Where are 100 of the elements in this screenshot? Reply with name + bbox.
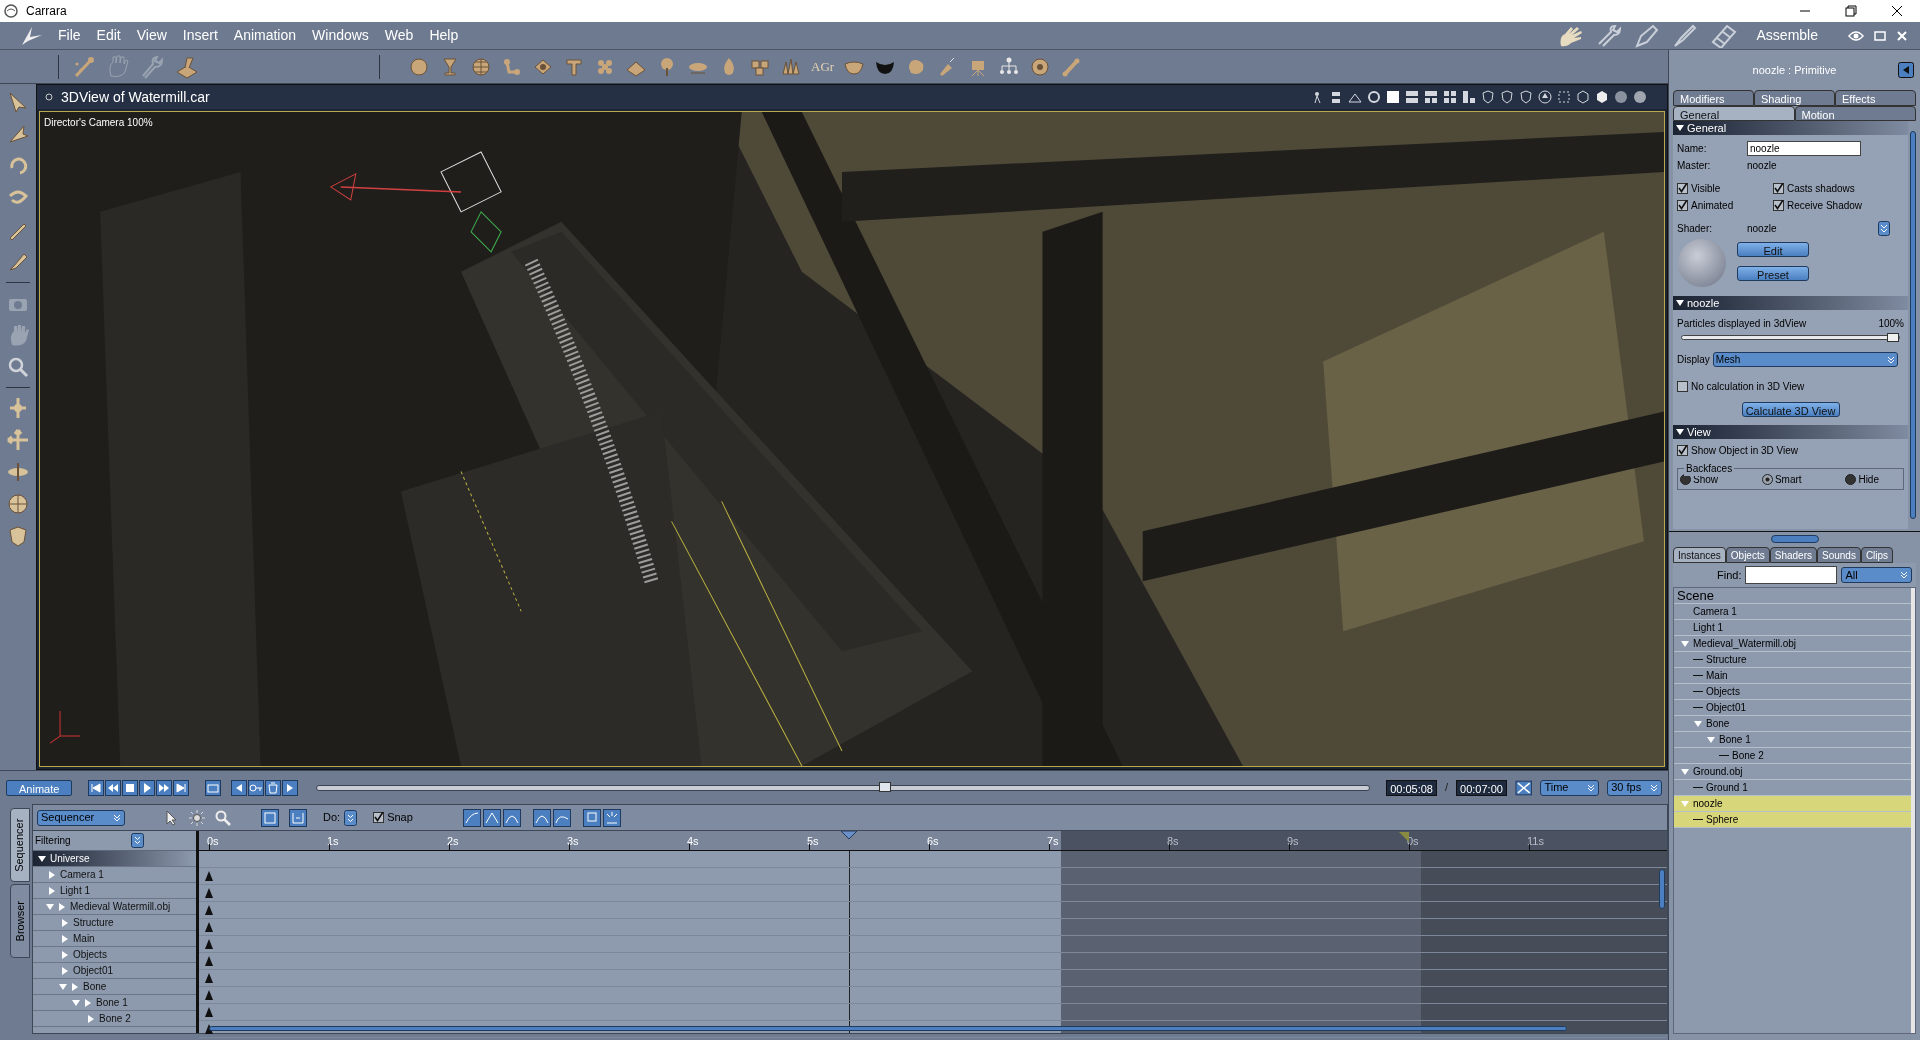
window-dot-icon[interactable]	[45, 93, 53, 101]
tree-row[interactable]: Object01	[1674, 700, 1911, 716]
arch-icon[interactable]	[502, 808, 521, 827]
filter-dropdown[interactable]: All	[1841, 567, 1912, 583]
menu-item[interactable]: Web	[378, 25, 420, 46]
sequencer-item[interactable]: Bone	[83, 979, 107, 994]
horizontal-scrollbar[interactable]	[209, 1026, 1567, 1031]
tree-root[interactable]: Scene	[1674, 588, 1911, 604]
tree-row[interactable]: Main	[1674, 668, 1911, 684]
track-arrow-icon[interactable]	[60, 933, 70, 944]
move-icon[interactable]	[6, 460, 30, 484]
rewind-icon[interactable]	[105, 779, 122, 796]
tab[interactable]: Objects	[1725, 547, 1770, 563]
fit-range-icon[interactable]	[289, 808, 307, 827]
sequencer-item[interactable]: Object01	[73, 963, 114, 978]
button[interactable]: Edit	[1737, 242, 1809, 257]
track-arrow-icon[interactable]	[47, 869, 57, 880]
checkbox[interactable]	[373, 812, 385, 823]
bars-icon[interactable]	[1329, 90, 1343, 104]
sequencer-item[interactable]: Bone 1	[96, 995, 128, 1010]
crossed-box-icon[interactable]	[1514, 779, 1533, 796]
next-key-icon[interactable]	[282, 779, 299, 796]
trash-icon[interactable]	[265, 779, 282, 796]
menu-item[interactable]: View	[130, 25, 173, 46]
chevron-dropdown-icon[interactable]	[344, 809, 358, 826]
search-icon[interactable]	[215, 809, 231, 826]
checkbox[interactable]	[1677, 445, 1688, 456]
split-view-icon[interactable]	[1405, 90, 1419, 104]
end-marker-icon[interactable]	[1399, 832, 1409, 842]
arch-icon[interactable]	[532, 808, 551, 827]
track-arrow-icon[interactable]	[47, 885, 57, 896]
menu-item[interactable]: Animation	[227, 25, 303, 46]
play-icon[interactable]	[139, 779, 156, 796]
shield-icon[interactable]	[6, 524, 30, 548]
track-arrow-icon[interactable]	[57, 901, 67, 912]
track-arrow-icon[interactable]	[86, 1013, 96, 1024]
tree-row[interactable]: Ground 1	[1674, 780, 1911, 796]
quad-view-icon[interactable]	[1443, 90, 1457, 104]
radio-button[interactable]	[1761, 473, 1773, 485]
globe-icon[interactable]	[470, 55, 492, 78]
button[interactable]: Calculate 3D View	[1741, 402, 1840, 417]
fit-frame-icon[interactable]	[261, 808, 279, 827]
menu-item[interactable]: Help	[423, 25, 465, 46]
sphere-icon[interactable]	[408, 55, 430, 78]
shaded-sphere-icon[interactable]	[1614, 90, 1628, 104]
shaded-sphere-icon[interactable]	[1633, 90, 1647, 104]
side-tab[interactable]: Browser	[10, 884, 30, 958]
chevron-icon[interactable]	[1900, 570, 1908, 580]
track-arrow-icon[interactable]	[60, 949, 70, 960]
tab[interactable]: Instances	[1673, 547, 1726, 563]
menu-item[interactable]: Edit	[90, 25, 127, 46]
tree-row[interactable]: Bone	[1674, 716, 1911, 732]
move-icon[interactable]	[6, 428, 30, 452]
tree-row[interactable]: Ground.obj	[1674, 764, 1911, 780]
tab[interactable]: Clips	[1860, 547, 1894, 563]
track-arrow-icon[interactable]	[60, 917, 70, 928]
splitter-handle[interactable]	[1770, 534, 1819, 543]
tab[interactable]: Motion	[1794, 106, 1916, 121]
shield-icon[interactable]	[1500, 90, 1514, 104]
arrow-up-icon[interactable]	[1538, 90, 1552, 104]
chevron-icon[interactable]	[113, 812, 121, 823]
chevron-icon[interactable]	[1587, 782, 1596, 793]
sequencer-item[interactable]: Medieval Watermill.obj	[70, 899, 171, 914]
eye-icon[interactable]	[1848, 29, 1864, 42]
tree-row[interactable]: Structure	[1674, 652, 1911, 668]
animate-button[interactable]: Animate	[6, 779, 73, 796]
loop-icon[interactable]	[205, 779, 222, 796]
checkbox[interactable]	[1773, 183, 1784, 194]
menu-item[interactable]: Windows	[306, 25, 375, 46]
chevron-dropdown-icon[interactable]	[1878, 221, 1890, 236]
collapse-triangle-icon[interactable]	[1675, 298, 1685, 308]
time-scrubber-track[interactable]	[316, 784, 1371, 791]
3d-scene-drawing[interactable]	[40, 112, 1664, 766]
sequencer-dropdown[interactable]: Sequencer	[37, 809, 125, 826]
current-time-field[interactable]: 00:05:08	[1386, 779, 1437, 796]
time-units-dropdown[interactable]: Time	[1540, 779, 1600, 796]
display-dropdown[interactable]: Mesh	[1712, 352, 1898, 367]
sequencer-item[interactable]: Camera 1	[60, 867, 104, 882]
target-icon[interactable]	[1029, 55, 1052, 78]
menu-item[interactable]: File	[52, 25, 87, 46]
tab[interactable]: Shading	[1754, 90, 1835, 106]
tree-row[interactable]: noozle	[1674, 796, 1911, 812]
curve-icon[interactable]	[462, 808, 481, 827]
vertical-scrollbar[interactable]	[1659, 869, 1665, 909]
sequencer-item[interactable]: Light 1	[60, 883, 91, 898]
curve-icon[interactable]	[552, 808, 571, 827]
collapse-triangle-icon[interactable]	[1675, 123, 1685, 133]
sequencer-item[interactable]: Structure	[73, 915, 114, 930]
side-tab[interactable]: Sequencer	[10, 808, 30, 882]
key-icon[interactable]	[248, 779, 265, 796]
sphere-icon[interactable]	[6, 492, 30, 516]
tree-row[interactable]: Sphere	[1674, 812, 1911, 828]
button[interactable]: Preset	[1737, 266, 1809, 281]
track-arrow-icon[interactable]	[60, 965, 70, 976]
tab[interactable]: Effects	[1835, 90, 1916, 106]
tree-row[interactable]: Light 1	[1674, 620, 1911, 636]
skip-start-icon[interactable]	[88, 779, 105, 796]
particles-slider-track[interactable]	[1681, 335, 1900, 340]
time-scrubber-thumb[interactable]	[879, 781, 892, 792]
name-field[interactable]: noozle	[1747, 141, 1861, 156]
